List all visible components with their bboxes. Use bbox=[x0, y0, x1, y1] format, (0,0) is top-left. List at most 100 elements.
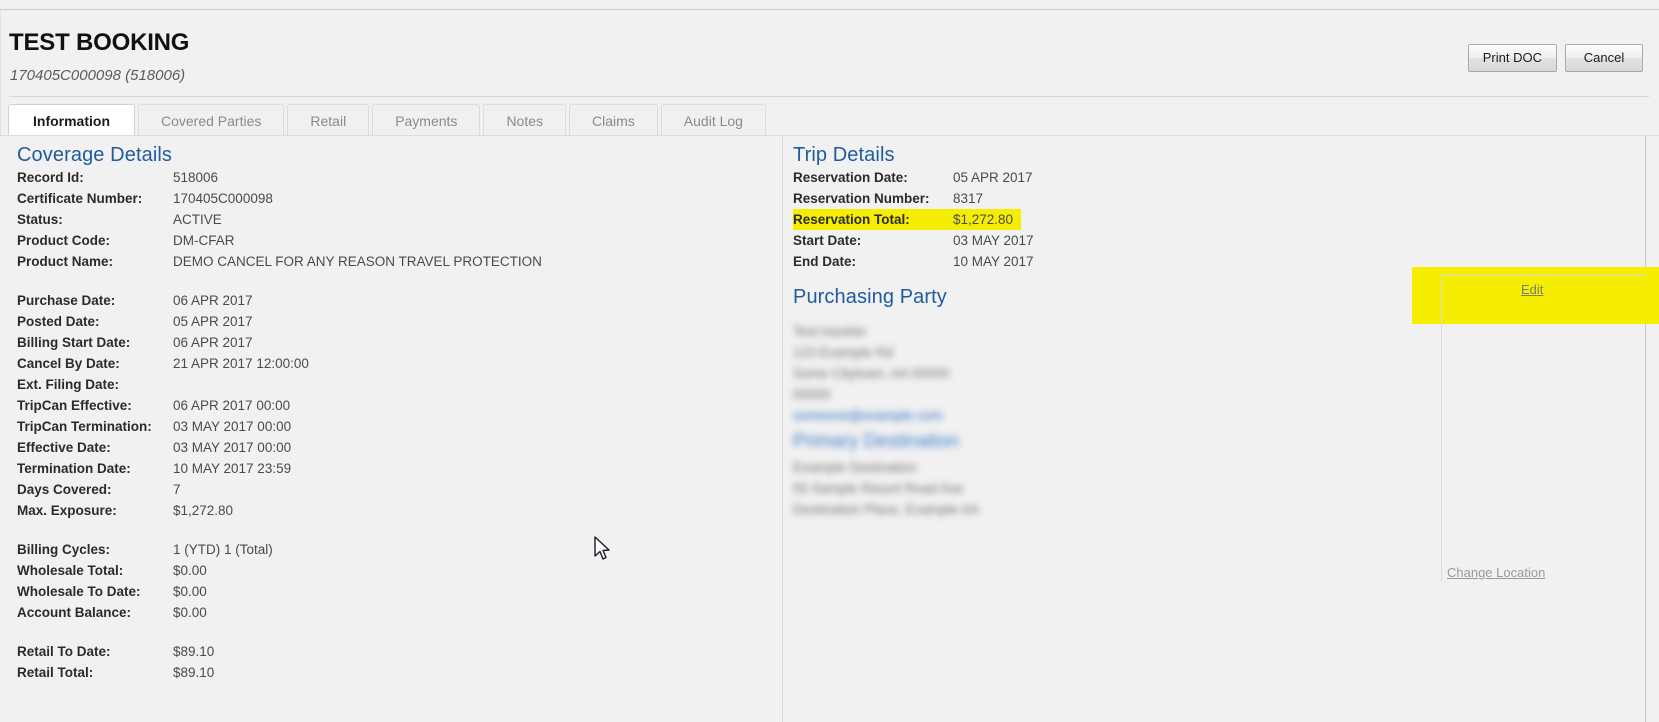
column-divider bbox=[782, 136, 783, 722]
field-value: 05 APR 2017 bbox=[173, 314, 253, 329]
redacted-text-line: Test traveler bbox=[793, 324, 867, 339]
tab-claims[interactable]: Claims bbox=[569, 104, 658, 136]
field-value: $1,272.80 bbox=[953, 212, 1014, 227]
field-row: Start Date: 03 MAY 2017 bbox=[793, 230, 1034, 251]
purchasing-party-heading: Purchasing Party bbox=[793, 286, 947, 308]
field-value: $1,272.80 bbox=[173, 503, 234, 518]
redacted-text-line: Destination Place, Example AA bbox=[793, 502, 980, 517]
field-value: 06 APR 2017 bbox=[173, 335, 253, 350]
page-subtitle: 170405C000098 (518006) bbox=[10, 67, 186, 84]
field-label: TripCan Effective: bbox=[17, 398, 132, 413]
field-row: Retail To Date: $89.10 bbox=[17, 641, 542, 662]
field-row: Certificate Number: 170405C000098 bbox=[17, 188, 542, 209]
change-location-link[interactable]: Change Location bbox=[1447, 565, 1545, 580]
tab-payments[interactable]: Payments bbox=[372, 104, 481, 136]
field-row: Account Balance: $0.00 bbox=[17, 602, 542, 623]
field-label: Reservation Number: bbox=[793, 191, 930, 206]
tab-bar: Information Covered Parties Retail Payme… bbox=[8, 103, 766, 136]
field-label: Termination Date: bbox=[17, 461, 131, 476]
application-window: TEST BOOKING 170405C000098 (518006) Prin… bbox=[0, 0, 1659, 722]
field-label: Max. Exposure: bbox=[17, 503, 117, 518]
page-title: TEST BOOKING bbox=[9, 29, 190, 56]
right-panel-edge bbox=[1645, 136, 1646, 722]
field-row: TripCan Termination: 03 MAY 2017 00:00 bbox=[17, 416, 542, 437]
field-value: DM-CFAR bbox=[173, 233, 235, 248]
field-value: 170405C000098 bbox=[173, 191, 273, 206]
edit-link[interactable]: Edit bbox=[1521, 282, 1543, 297]
redacted-text-line: Some Citytown, AA 00000 bbox=[793, 366, 950, 381]
field-label: Certificate Number: bbox=[17, 191, 143, 206]
field-row: Purchase Date: 06 APR 2017 bbox=[17, 290, 542, 311]
field-label: Retail Total: bbox=[17, 665, 94, 680]
field-label: Billing Start Date: bbox=[17, 335, 131, 350]
tab-retail[interactable]: Retail bbox=[287, 104, 370, 136]
field-row-spacer bbox=[17, 272, 542, 290]
field-row-spacer bbox=[17, 521, 542, 539]
field-value: 06 APR 2017 bbox=[173, 293, 253, 308]
field-label: Days Covered: bbox=[17, 482, 112, 497]
tab-covered-parties[interactable]: Covered Parties bbox=[138, 104, 285, 136]
field-row: Product Name: DEMO CANCEL FOR ANY REASON … bbox=[17, 251, 542, 272]
tab-information[interactable]: Information bbox=[8, 104, 135, 136]
field-row: Termination Date: 10 MAY 2017 23:59 bbox=[17, 458, 542, 479]
coverage-details-section: Coverage Details Record Id: 518006 Certifi… bbox=[17, 144, 542, 683]
field-label: Wholesale To Date: bbox=[17, 584, 141, 599]
field-label: Product Code: bbox=[17, 233, 110, 248]
field-label: Reservation Total: bbox=[793, 212, 910, 227]
field-value: 03 MAY 2017 00:00 bbox=[173, 419, 292, 434]
tab-notes[interactable]: Notes bbox=[483, 104, 567, 136]
field-row: Billing Cycles: 1 (YTD) 1 (Total) bbox=[17, 539, 542, 560]
field-row-spacer bbox=[17, 623, 542, 641]
trip-details-section: Trip Details Reservation Date: 05 APR 201… bbox=[793, 144, 1034, 272]
field-row: Effective Date: 03 MAY 2017 00:00 bbox=[17, 437, 542, 458]
field-value: 8317 bbox=[953, 191, 984, 206]
field-row: Wholesale Total: $0.00 bbox=[17, 560, 542, 581]
field-label: Reservation Date: bbox=[793, 170, 908, 185]
field-label: Wholesale Total: bbox=[17, 563, 124, 578]
field-row: Status: ACTIVE bbox=[17, 209, 542, 230]
field-row: Reservation Date: 05 APR 2017 bbox=[793, 167, 1034, 188]
field-row: TripCan Effective: 06 APR 2017 00:00 bbox=[17, 395, 542, 416]
header-action-buttons: Print DOC Cancel bbox=[1467, 44, 1643, 72]
field-value: 21 APR 2017 12:00:00 bbox=[173, 356, 309, 371]
field-value: $0.00 bbox=[173, 605, 207, 620]
field-value: 05 APR 2017 bbox=[953, 170, 1033, 185]
field-label: Status: bbox=[17, 212, 63, 227]
field-label: Posted Date: bbox=[17, 314, 100, 329]
field-value: $0.00 bbox=[173, 563, 207, 578]
information-tab-panel: Coverage Details Record Id: 518006 Certifi… bbox=[0, 136, 1659, 722]
field-row: Posted Date: 05 APR 2017 bbox=[17, 311, 542, 332]
coverage-details-heading: Coverage Details bbox=[17, 144, 173, 166]
field-label: End Date: bbox=[793, 254, 857, 269]
trip-details-heading: Trip Details bbox=[793, 144, 895, 166]
field-row: Wholesale To Date: $0.00 bbox=[17, 581, 542, 602]
rail-panel-border bbox=[1441, 275, 1645, 582]
field-row: Days Covered: 7 bbox=[17, 479, 542, 500]
field-value: $89.10 bbox=[173, 644, 215, 659]
field-row: Product Code: DM-CFAR bbox=[17, 230, 542, 251]
print-doc-button[interactable]: Print DOC bbox=[1467, 44, 1557, 72]
field-label: Account Balance: bbox=[17, 605, 132, 620]
purchasing-party-section: Purchasing Party bbox=[793, 286, 947, 309]
field-row: Billing Start Date: 06 APR 2017 bbox=[17, 332, 542, 353]
field-value: 7 bbox=[173, 482, 181, 497]
field-label: Record Id: bbox=[17, 170, 84, 185]
redacted-text-line: someone@example.com bbox=[793, 408, 943, 423]
coverage-details-field-list: Record Id: 518006 Certificate Number: 17040… bbox=[17, 167, 542, 683]
field-row: Reservation Number: 8317 bbox=[793, 188, 1034, 209]
field-label: Cancel By Date: bbox=[17, 356, 120, 371]
field-label: Retail To Date: bbox=[17, 644, 111, 659]
tab-audit-log[interactable]: Audit Log bbox=[660, 104, 766, 136]
field-value: DEMO CANCEL FOR ANY REASON TRAVEL PROTEC… bbox=[173, 254, 542, 269]
primary-destination-heading: Primary Destination bbox=[793, 431, 959, 452]
cancel-button[interactable]: Cancel bbox=[1565, 44, 1643, 72]
field-row: Reservation Total: $1,272.80 bbox=[793, 209, 1022, 230]
header-divider bbox=[9, 96, 1649, 97]
field-label: Purchase Date: bbox=[17, 293, 116, 308]
primary-destination-redacted-details: Primary Destination Example Destination 55… bbox=[793, 427, 979, 520]
redacted-text-line: 55 Sample Resort Road Ave bbox=[793, 481, 964, 496]
field-row: End Date: 10 MAY 2017 bbox=[793, 251, 1034, 272]
field-row: Retail Total: $89.10 bbox=[17, 662, 542, 683]
redacted-text-line: 00000 bbox=[793, 387, 831, 402]
field-value: $0.00 bbox=[173, 584, 207, 599]
